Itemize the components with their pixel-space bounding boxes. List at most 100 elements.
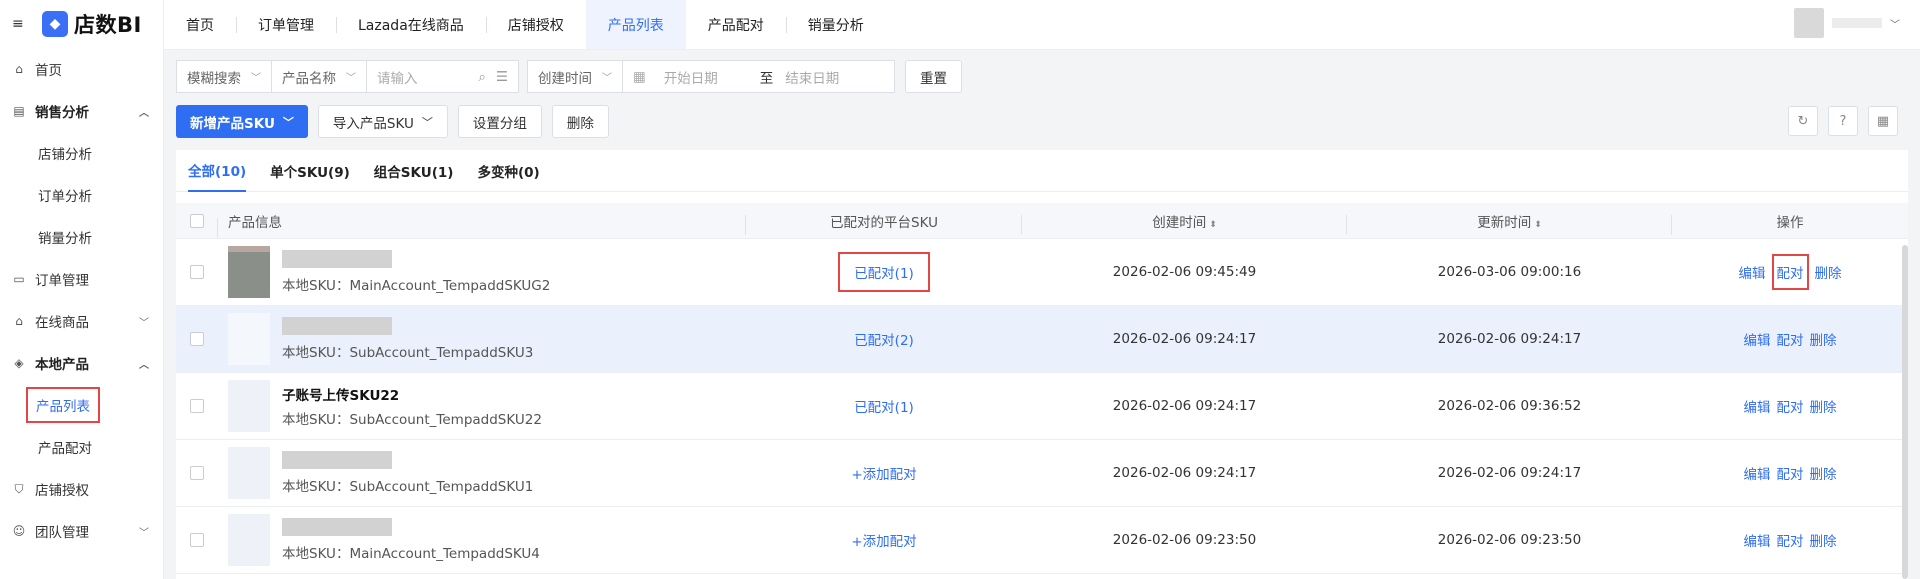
tab-home[interactable]: 首页 xyxy=(164,0,236,49)
edit-link[interactable]: 编辑 xyxy=(1744,396,1771,416)
add-product-sku-label: 新增产品SKU xyxy=(190,115,275,132)
set-group-button[interactable]: 设置分组 xyxy=(457,105,542,138)
local-sku-value: SubAccount_TempaddSKU22 xyxy=(349,412,542,428)
edit-link[interactable]: 编辑 xyxy=(1739,262,1766,282)
sort-icon[interactable]: ⬍ xyxy=(1209,220,1217,230)
search-field-select[interactable]: 产品名称 ﹀ xyxy=(272,60,367,93)
pair-link[interactable]: 配对 xyxy=(1777,329,1804,349)
sidebar-item-store-analysis[interactable]: 店铺分析 xyxy=(0,132,163,174)
tab-store-auth[interactable]: 店铺授权 xyxy=(485,0,586,49)
tab-sales-analysis[interactable]: 销量分析 xyxy=(785,0,886,49)
delete-link[interactable]: 删除 xyxy=(1810,396,1837,416)
tab-product-pairing[interactable]: 产品配对 xyxy=(686,0,786,49)
shield-icon: ⛉ xyxy=(14,481,24,496)
sidebar-item-order-management[interactable]: ▭ 订单管理 xyxy=(0,258,163,300)
tab-combo-sku[interactable]: 组合SKU(1) xyxy=(374,150,454,192)
sidebar-item-product-pairing[interactable]: 产品配对 xyxy=(0,426,163,468)
search-icon[interactable]: ⌕ xyxy=(478,69,486,85)
product-info-cell: 本地SKU：MainAccount_TempaddSKUG2 xyxy=(218,246,746,298)
search-input-placeholder: 请输入 xyxy=(377,70,418,87)
delete-link[interactable]: 删除 xyxy=(1810,329,1837,349)
sidebar-item-sales-volume-analysis[interactable]: 销量分析 xyxy=(0,216,163,258)
delete-link[interactable]: 删除 xyxy=(1810,463,1837,483)
delete-link[interactable]: 删除 xyxy=(1815,262,1842,282)
row-checkbox[interactable] xyxy=(190,466,204,480)
sidebar-item-sales-analysis[interactable]: ▤ 销售分析 ︿ xyxy=(0,90,163,132)
table-scrollbar[interactable] xyxy=(1902,245,1908,579)
sort-icon[interactable]: ⬍ xyxy=(1534,220,1542,230)
list-icon[interactable]: ☰ xyxy=(496,69,508,85)
tab-order-management[interactable]: 订单管理 xyxy=(236,0,336,49)
chevron-down-icon: ﹀ xyxy=(1890,19,1900,31)
delete-link[interactable]: 删除 xyxy=(1810,530,1837,550)
local-sku-label: 本地SKU： xyxy=(282,546,350,562)
pair-link[interactable]: 配对 xyxy=(1771,254,1809,290)
paired-count-link[interactable]: 已配对(2) xyxy=(854,333,914,349)
pair-link[interactable]: 配对 xyxy=(1777,396,1804,416)
created-time: 2026-02-06 09:24:17 xyxy=(1112,331,1257,347)
calendar-icon: ▦ xyxy=(633,68,646,85)
date-range-picker[interactable]: ▦ 开始日期 至 结束日期 xyxy=(623,60,895,93)
sidebar-item-team-management[interactable]: ☺ 团队管理 ﹀ xyxy=(0,510,163,552)
sidebar-item-local-products[interactable]: ◈ 本地产品 ︿ xyxy=(0,342,163,384)
updated-time: 2026-02-06 09:36:52 xyxy=(1437,398,1582,414)
end-date-input[interactable]: 结束日期 xyxy=(785,67,839,87)
add-product-sku-button[interactable]: 新增产品SKU ﹀ xyxy=(176,105,308,138)
delete-button[interactable]: 删除 xyxy=(551,105,609,138)
row-checkbox[interactable] xyxy=(190,533,204,547)
pair-link[interactable]: 配对 xyxy=(1777,463,1804,483)
sidebar-item-label: 本地产品 xyxy=(35,357,89,373)
username-redacted xyxy=(1832,18,1882,28)
sidebar-item-product-list[interactable]: 产品列表 xyxy=(0,384,163,426)
start-date-input[interactable]: 开始日期 xyxy=(664,67,748,87)
sidebar-item-online-products[interactable]: ⌂ 在线商品 ﹀ xyxy=(0,300,163,342)
paired-count-link[interactable]: 已配对(1) xyxy=(854,400,914,416)
tab-multi-variant[interactable]: 多变种(0) xyxy=(477,150,539,192)
edit-link[interactable]: 编辑 xyxy=(1744,463,1771,483)
reset-button[interactable]: 重置 xyxy=(905,60,962,93)
sidebar-item-label: 产品列表 xyxy=(26,387,100,423)
row-select-cell xyxy=(176,533,218,547)
column-settings-icon[interactable]: ▦ xyxy=(1868,106,1898,136)
action-toolbar: 新增产品SKU ﹀ 导入产品SKU ﹀ 设置分组 删除 xyxy=(176,105,609,138)
tab-single-sku[interactable]: 单个SKU(9) xyxy=(270,150,350,192)
tab-product-list[interactable]: 产品列表 xyxy=(585,0,686,49)
avatar xyxy=(1794,8,1824,38)
edit-link[interactable]: 编辑 xyxy=(1744,530,1771,550)
menu-toggle-icon[interactable]: ≡ xyxy=(12,16,26,32)
time-field-select[interactable]: 创建时间 ﹀ xyxy=(527,60,623,93)
tab-label: Lazada在线商品 xyxy=(358,17,464,34)
help-icon[interactable]: ? xyxy=(1828,106,1858,136)
sidebar-nav: ⌂ 首页 ▤ 销售分析 ︿ 店铺分析 订单分析 销量分析 ▭ 订单管理 ⌂ 在线… xyxy=(0,48,163,552)
sidebar-item-label: 销售分析 xyxy=(35,105,89,121)
product-list-panel: 全部(10) 单个SKU(9) 组合SKU(1) 多变种(0) 产品信息 已配对… xyxy=(176,150,1908,579)
user-menu[interactable]: ﹀ xyxy=(1794,8,1900,38)
add-pairing-link[interactable]: +添加配对 xyxy=(851,534,916,550)
sidebar-item-order-analysis[interactable]: 订单分析 xyxy=(0,174,163,216)
header-created-time[interactable]: 创建时间 ⬍ xyxy=(1022,211,1347,235)
row-checkbox[interactable] xyxy=(190,399,204,413)
sidebar-item-store-auth[interactable]: ⛉ 店铺授权 xyxy=(0,468,163,510)
table-tools: ↻ ? ▦ xyxy=(1788,106,1898,136)
edit-link[interactable]: 编辑 xyxy=(1744,329,1771,349)
store-icon: ⌂ xyxy=(15,314,23,328)
tab-all[interactable]: 全部(10) xyxy=(188,150,247,192)
sidebar-item-home[interactable]: ⌂ 首页 xyxy=(0,48,163,90)
pair-link[interactable]: 配对 xyxy=(1777,530,1804,550)
header-updated-time[interactable]: 更新时间 ⬍ xyxy=(1347,211,1672,235)
refresh-icon[interactable]: ↻ xyxy=(1788,106,1818,136)
tab-lazada-online-products[interactable]: Lazada在线商品 xyxy=(336,0,486,49)
import-product-sku-button[interactable]: 导入产品SKU ﹀ xyxy=(317,105,448,138)
product-thumbnail xyxy=(228,313,270,365)
paired-count-link[interactable]: 已配对(1) xyxy=(838,252,930,292)
search-input[interactable]: 请输入 ⌕ ☰ xyxy=(367,60,519,93)
row-checkbox[interactable] xyxy=(190,332,204,346)
add-pairing-link[interactable]: +添加配对 xyxy=(851,467,916,483)
tab-label: 产品配对 xyxy=(707,17,764,34)
chevron-down-icon: ﹀ xyxy=(139,317,149,329)
row-checkbox[interactable] xyxy=(190,265,204,279)
select-all-checkbox[interactable] xyxy=(190,213,204,228)
search-mode-select[interactable]: 模糊搜索 ﹀ xyxy=(176,60,272,93)
paired-sku-cell: +添加配对 xyxy=(746,530,1022,550)
local-sku-label: 本地SKU： xyxy=(282,345,350,361)
